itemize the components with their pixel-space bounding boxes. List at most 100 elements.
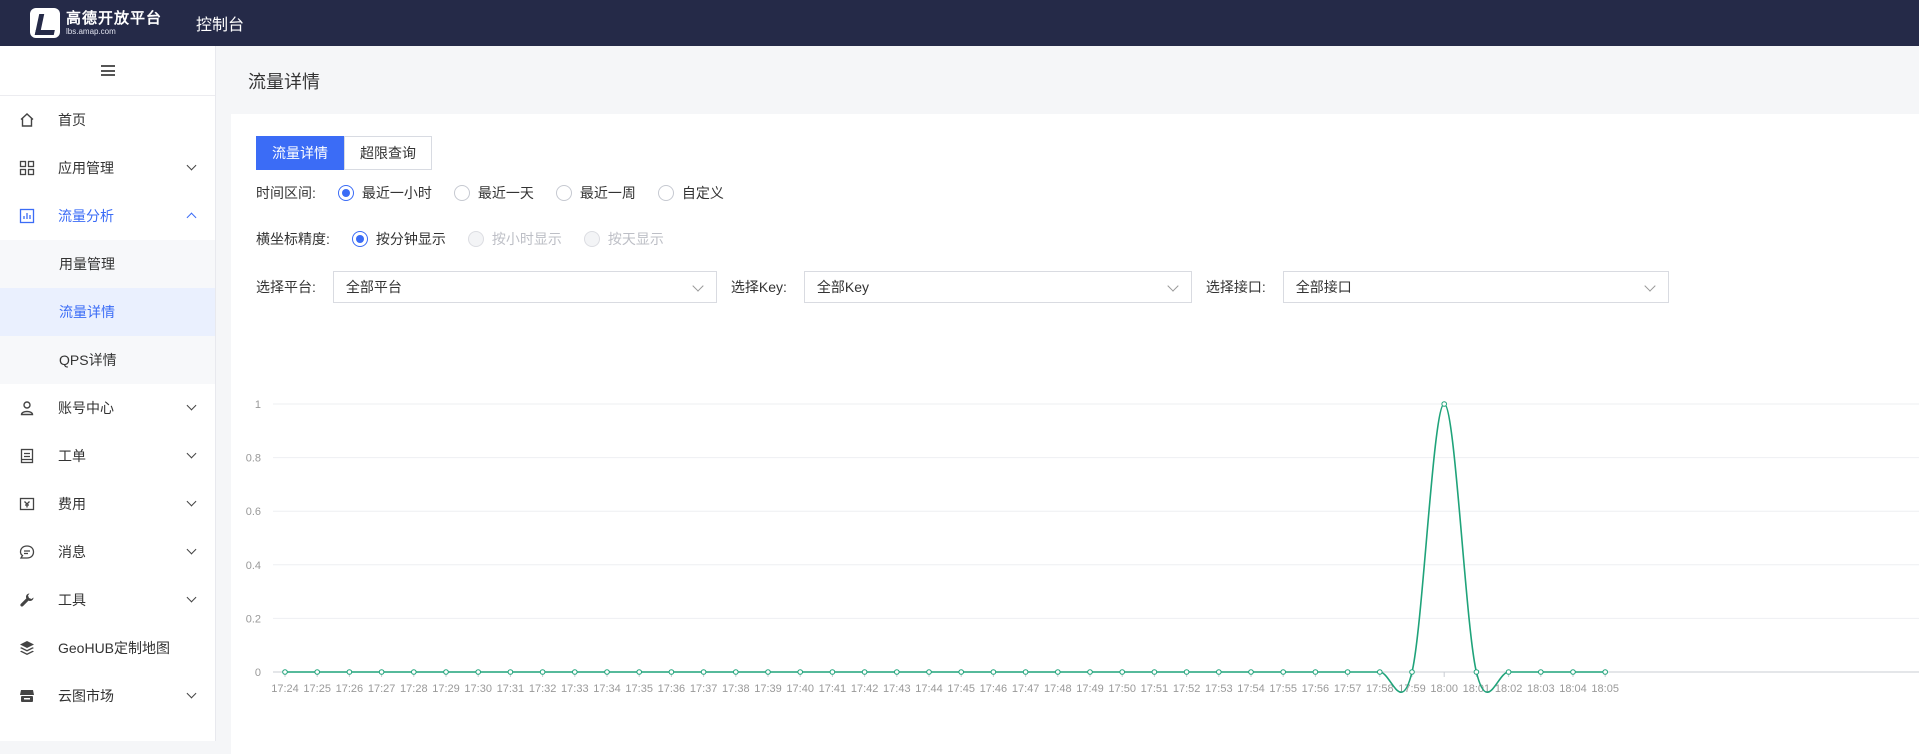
console-title[interactable]: 控制台	[196, 11, 244, 35]
data-point	[412, 670, 417, 675]
grid-icon	[18, 159, 36, 177]
radio-by-day: 按天显示	[584, 229, 664, 249]
x-tick-label: 17:55	[1269, 683, 1297, 695]
radio-by-hour: 按小时显示	[468, 229, 562, 249]
amap-logo-icon	[30, 8, 60, 38]
radio-last-week[interactable]: 最近一周	[556, 183, 636, 203]
x-tick-label: 18:05	[1591, 683, 1619, 695]
top-bar: 高德开放平台 lbs.amap.com 控制台	[0, 0, 1919, 46]
platform-select[interactable]: 全部平台	[333, 271, 717, 303]
sidebar-item-tools[interactable]: 工具	[0, 576, 215, 624]
sidebar-item-label: 账号中心	[58, 398, 114, 418]
x-tick-label: 17:27	[368, 683, 396, 695]
chevron-down-icon	[187, 593, 197, 603]
x-tick-label: 17:43	[883, 683, 911, 695]
sidebar-item-cloud-map-market[interactable]: 云图市场	[0, 672, 215, 720]
sidebar-item-traffic-details[interactable]: 流量详情	[0, 288, 215, 336]
sidebar-item-tickets[interactable]: 工单	[0, 432, 215, 480]
sidebar-item-label: 云图市场	[58, 686, 114, 706]
sidebar-item-messages[interactable]: 消息	[0, 528, 215, 576]
y-tick-label: 0.2	[246, 613, 261, 625]
chevron-down-icon	[187, 545, 197, 555]
user-icon	[18, 399, 36, 417]
data-point	[669, 670, 674, 675]
data-point	[798, 670, 803, 675]
data-point	[476, 670, 481, 675]
data-point	[1088, 670, 1093, 675]
sidebar-item-app-management[interactable]: 应用管理	[0, 144, 215, 192]
radio-by-minute[interactable]: 按分钟显示	[352, 229, 446, 249]
x-tick-label: 18:02	[1495, 683, 1523, 695]
chevron-down-icon	[187, 497, 197, 507]
data-point	[991, 670, 996, 675]
data-point	[701, 670, 706, 675]
x-tick-label: 17:31	[497, 683, 525, 695]
x-tick-label: 17:39	[754, 683, 782, 695]
data-point	[862, 670, 867, 675]
key-select[interactable]: 全部Key	[804, 271, 1192, 303]
data-point	[1023, 670, 1028, 675]
x-tick-label: 17:24	[271, 683, 299, 695]
x-tick-label: 17:53	[1205, 683, 1233, 695]
sidebar-item-label: 费用	[58, 494, 86, 514]
chevron-up-icon	[187, 213, 197, 223]
sidebar-item-qps-details[interactable]: QPS详情	[0, 336, 215, 384]
radio-custom[interactable]: 自定义	[658, 183, 724, 203]
y-tick-label: 0	[255, 667, 261, 679]
data-point	[927, 670, 932, 675]
api-select[interactable]: 全部接口	[1283, 271, 1669, 303]
sidebar-item-usage-management[interactable]: 用量管理	[0, 240, 215, 288]
radio-indicator	[468, 231, 484, 247]
x-tick-label: 17:32	[529, 683, 557, 695]
chevron-down-icon	[187, 161, 197, 171]
data-point	[1474, 670, 1479, 675]
sidebar-item-label: 工单	[58, 446, 86, 466]
data-point	[283, 670, 288, 675]
x-tick-label: 17:45	[947, 683, 975, 695]
radio-last-day[interactable]: 最近一天	[454, 183, 534, 203]
chevron-down-icon	[1644, 280, 1655, 291]
logo-name: 高德开放平台	[66, 11, 162, 26]
chevron-down-icon	[692, 280, 703, 291]
data-point	[508, 670, 513, 675]
x-tick-label: 17:58	[1366, 683, 1394, 695]
chart-icon	[18, 207, 36, 225]
main-content: 流量详情 流量详情 超限查询 时间区间: 最近一小时 最近一天 最近一周 自定义	[216, 46, 1919, 741]
sidebar-item-home[interactable]: 首页	[0, 96, 215, 144]
x-tick-label: 17:57	[1334, 683, 1362, 695]
x-tick-label: 17:59	[1398, 683, 1426, 695]
precision-label: 横坐标精度:	[256, 229, 330, 249]
data-point	[347, 670, 352, 675]
data-point	[1184, 670, 1189, 675]
sidebar-item-traffic-analysis[interactable]: 流量分析	[0, 192, 215, 240]
sidebar-item-billing[interactable]: 费用	[0, 480, 215, 528]
data-point	[605, 670, 610, 675]
market-icon	[18, 687, 36, 705]
radio-last-hour[interactable]: 最近一小时	[338, 183, 432, 203]
x-tick-label: 18:01	[1463, 683, 1491, 695]
x-tick-label: 17:42	[851, 683, 879, 695]
sidebar-item-label: 工具	[58, 590, 86, 610]
x-tick-label: 17:34	[593, 683, 621, 695]
chevron-down-icon	[187, 401, 197, 411]
tab-overlimit-query[interactable]: 超限查询	[344, 136, 432, 170]
data-point	[1281, 670, 1286, 675]
data-point	[1217, 670, 1222, 675]
x-tick-label: 18:04	[1559, 683, 1587, 695]
x-tick-label: 17:28	[400, 683, 428, 695]
x-tick-label: 17:33	[561, 683, 589, 695]
sidebar-collapse-button[interactable]	[0, 46, 215, 96]
sidebar: 首页 应用管理 流量分析 用量管理 流量详情 QPS详情 账号中心 工单	[0, 46, 216, 741]
x-tick-label: 17:44	[915, 683, 943, 695]
sidebar-item-label: 流量分析	[58, 206, 114, 226]
tab-traffic-details[interactable]: 流量详情	[256, 136, 344, 170]
x-tick-label: 17:26	[336, 683, 364, 695]
amap-logo[interactable]: 高德开放平台 lbs.amap.com	[30, 8, 162, 38]
x-tick-label: 17:30	[464, 683, 492, 695]
tab-bar: 流量详情 超限查询	[256, 136, 432, 170]
sidebar-item-account-center[interactable]: 账号中心	[0, 384, 215, 432]
data-point	[895, 670, 900, 675]
sidebar-item-geohub[interactable]: GeoHUB定制地图	[0, 624, 215, 672]
x-tick-label: 17:47	[1012, 683, 1040, 695]
x-tick-label: 17:29	[432, 683, 460, 695]
